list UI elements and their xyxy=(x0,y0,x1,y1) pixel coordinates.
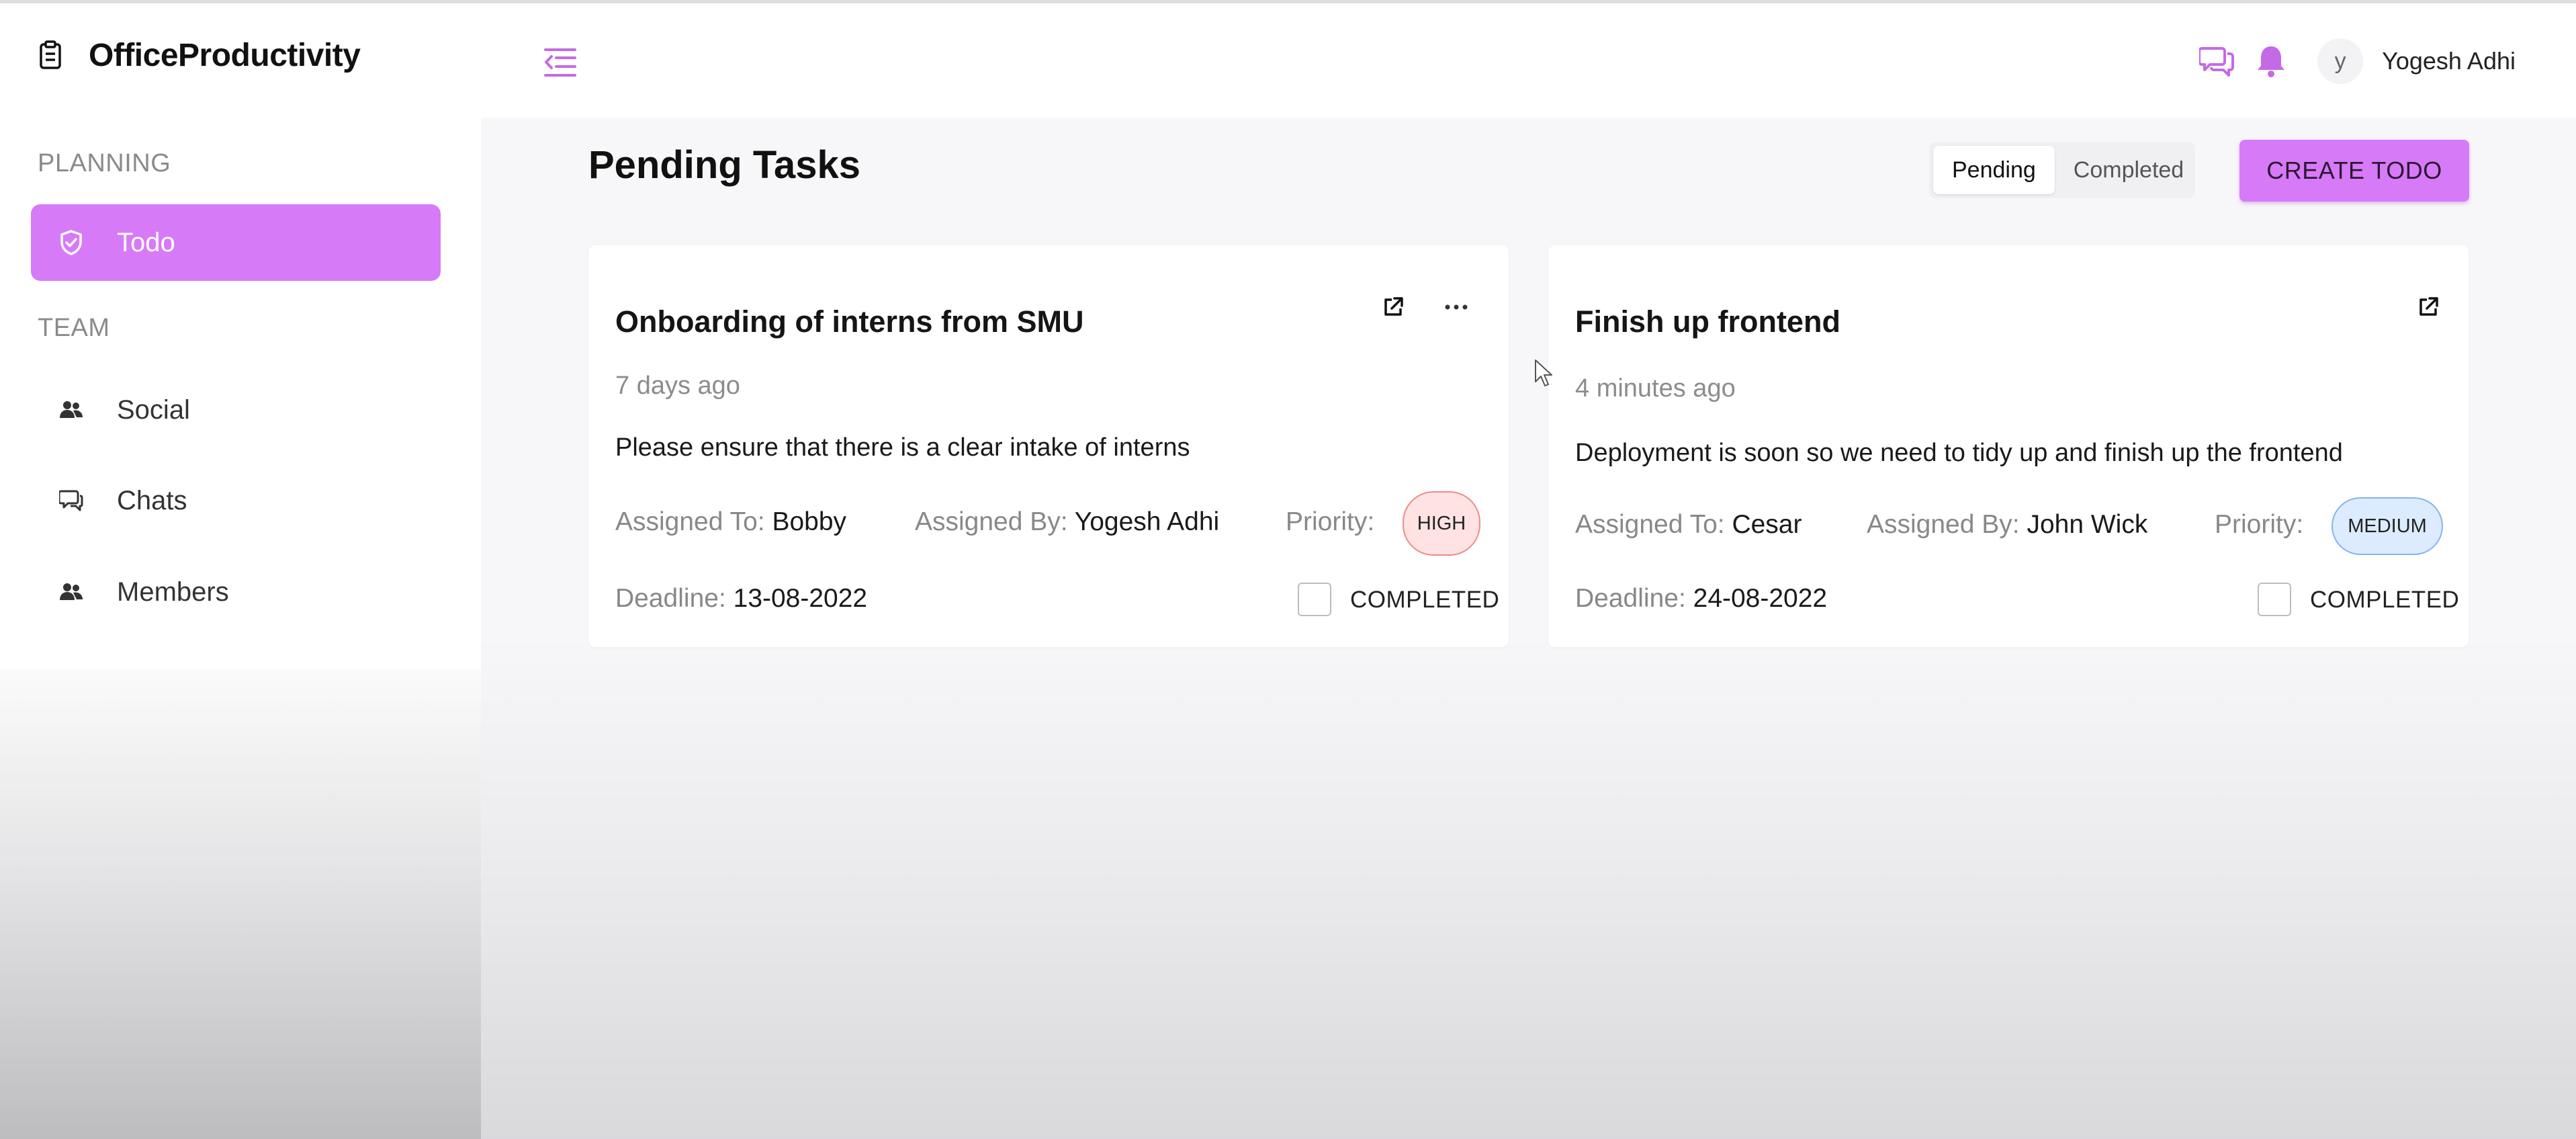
deadline-label: Deadline: xyxy=(1575,584,1686,613)
section-label-team: TEAM xyxy=(38,314,110,342)
create-todo-button[interactable]: CREATE TODO xyxy=(2239,140,2469,202)
sidebar-item-social[interactable]: Social xyxy=(31,372,441,448)
completed-label: COMPLETED xyxy=(2310,587,2460,613)
section-label-planning: PLANNING xyxy=(38,149,171,177)
filter-pending[interactable]: Pending xyxy=(1933,146,2055,194)
sidebar-item-label: Chats xyxy=(117,485,187,515)
task-time: 7 days ago xyxy=(615,372,740,400)
assigned-to: Assigned To: Bobby xyxy=(615,507,846,537)
assigned-by-value: John Wick xyxy=(2027,510,2148,539)
deadline-label: Deadline: xyxy=(615,584,726,613)
mouse-cursor-icon xyxy=(1534,359,1554,388)
app-title: OfficeProductivity xyxy=(89,37,361,73)
users-icon xyxy=(58,579,85,605)
sidebar-item-label: Todo xyxy=(117,227,175,257)
deadline: Deadline: 24-08-2022 xyxy=(1575,584,1827,614)
open-external-icon[interactable] xyxy=(2412,291,2444,323)
chat-icon xyxy=(58,487,85,514)
task-description: Deployment is soon so we need to tidy up… xyxy=(1575,439,2343,467)
priority-label: Priority: xyxy=(2215,510,2304,539)
page-title: Pending Tasks xyxy=(588,143,861,187)
sidebar-item-todo[interactable]: Todo xyxy=(31,204,441,281)
assigned-to-label: Assigned To: xyxy=(1575,510,1725,539)
more-options-icon[interactable] xyxy=(1440,291,1472,323)
task-card: Onboarding of interns from SMU 7 days ag… xyxy=(588,245,1509,647)
assigned-by: Assigned By: John Wick xyxy=(1867,510,2147,540)
deadline-value: 13-08-2022 xyxy=(733,584,868,613)
bell-icon[interactable] xyxy=(2252,42,2291,81)
assigned-to-value: Bobby xyxy=(772,507,847,536)
assigned-to-value: Cesar xyxy=(1732,510,1802,539)
priority-label: Priority: xyxy=(1286,507,1375,536)
priority-badge: HIGH xyxy=(1403,491,1480,556)
assigned-by-label: Assigned By: xyxy=(915,507,1068,536)
sidebar-item-label: Members xyxy=(117,577,229,607)
assigned-to-label: Assigned To: xyxy=(615,507,765,536)
header-actions: y Yogesh Adhi xyxy=(2183,38,2516,85)
users-icon xyxy=(58,396,85,423)
priority-badge: MEDIUM xyxy=(2331,497,2443,555)
sidebar-item-label: Social xyxy=(117,394,190,425)
open-external-icon[interactable] xyxy=(1377,291,1409,323)
shield-check-icon xyxy=(58,229,85,256)
deadline-value: 24-08-2022 xyxy=(1693,584,1828,613)
sidebar-item-members[interactable]: Members xyxy=(31,554,441,630)
assigned-to: Assigned To: Cesar xyxy=(1575,510,1802,540)
assigned-by: Assigned By: Yogesh Adhi xyxy=(915,507,1219,537)
completed-checkbox[interactable] xyxy=(1298,583,1331,616)
sidebar-item-chats[interactable]: Chats xyxy=(31,462,441,539)
completed-label: COMPLETED xyxy=(1350,587,1500,613)
avatar[interactable]: y xyxy=(2317,38,2364,84)
status-filter: Pending Completed xyxy=(1929,142,2195,198)
assigned-by-value: Yogesh Adhi xyxy=(1074,507,1220,536)
user-name[interactable]: Yogesh Adhi xyxy=(2382,47,2516,75)
task-time: 4 minutes ago xyxy=(1575,374,1736,403)
filter-completed[interactable]: Completed xyxy=(2055,146,2203,194)
top-border xyxy=(0,0,2576,3)
chat-bubbles-icon[interactable] xyxy=(2198,42,2237,81)
deadline: Deadline: 13-08-2022 xyxy=(615,584,867,614)
task-title: Finish up frontend xyxy=(1575,304,1840,339)
assigned-by-label: Assigned By: xyxy=(1867,510,2020,539)
task-card: Finish up frontend 4 minutes ago Deploym… xyxy=(1548,245,2469,647)
task-title: Onboarding of interns from SMU xyxy=(615,304,1084,339)
clipboard-icon xyxy=(39,40,62,70)
brand[interactable]: OfficeProductivity xyxy=(39,36,361,74)
task-description: Please ensure that there is a clear inta… xyxy=(615,433,1190,462)
completed-checkbox[interactable] xyxy=(2258,583,2291,616)
menu-collapse-icon[interactable] xyxy=(543,47,578,78)
